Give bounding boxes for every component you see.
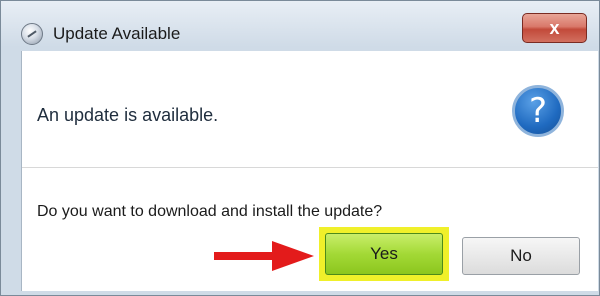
no-button[interactable]: No xyxy=(462,237,580,275)
update-dialog: Update Available x An update is availabl… xyxy=(0,0,600,296)
window-title: Update Available xyxy=(53,24,181,43)
dialog-content: An update is available. ? Do you want to… xyxy=(21,51,598,291)
title-bar: Update Available x xyxy=(1,1,599,47)
red-arrow-icon xyxy=(214,241,314,271)
message-area: An update is available. ? xyxy=(22,51,598,168)
question-mark-icon: ? xyxy=(512,85,564,137)
main-message: An update is available. xyxy=(37,105,219,125)
prompt-text: Do you want to download and install the … xyxy=(37,203,383,220)
close-button[interactable]: x xyxy=(522,13,587,43)
globe-app-icon xyxy=(21,23,43,45)
yes-button[interactable]: Yes xyxy=(325,233,443,275)
